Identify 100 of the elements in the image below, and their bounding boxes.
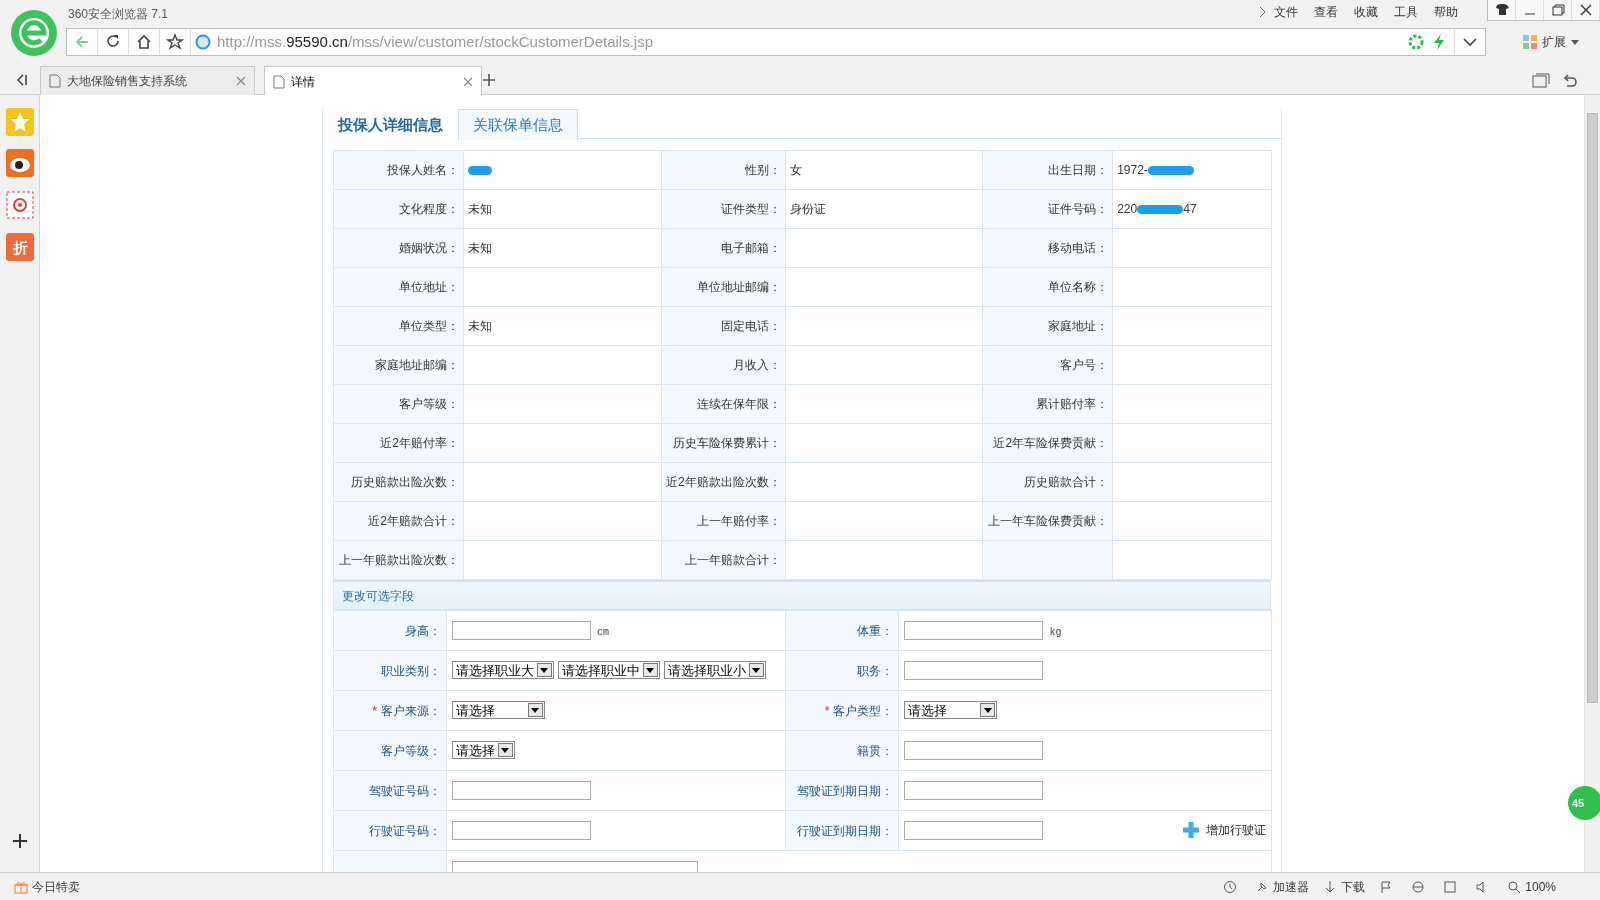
- field-label: 连续在保年限：: [696, 397, 781, 411]
- field-label: 历史赔款出险次数：: [351, 475, 459, 489]
- field-label: 婚姻状况：: [399, 241, 459, 255]
- field-label: 历史车险保费累计：: [672, 436, 781, 450]
- field-value: 47: [1183, 202, 1197, 216]
- window-icon[interactable]: [1443, 879, 1458, 894]
- search-icon[interactable]: [1507, 879, 1522, 894]
- browser-tab[interactable]: 大地保险销售支持系统: [40, 66, 255, 95]
- field-label: 客户号：: [1060, 358, 1109, 372]
- download-link[interactable]: 下载: [1341, 877, 1366, 896]
- browser-logo-icon: [10, 9, 58, 57]
- field-label: 行驶证到期日期：: [797, 823, 894, 838]
- browser-tab[interactable]: 详情: [264, 66, 482, 96]
- field-label: 近2年赔款出险次数：: [665, 475, 781, 489]
- field-label: 近2年赔付率：: [380, 436, 459, 450]
- input-field[interactable]: [904, 781, 1044, 800]
- field-label: 文化程度：: [399, 202, 459, 216]
- field-label: 证件号码：: [1048, 202, 1109, 216]
- eye-icon[interactable]: [6, 149, 34, 177]
- field-label: 历史赔款合计：: [1024, 475, 1109, 489]
- field-label: 性别：: [744, 163, 781, 177]
- field-label: 体重：: [857, 623, 894, 638]
- field-label: 固定电话：: [720, 319, 781, 333]
- extensions-icon[interactable]: [1522, 34, 1538, 50]
- menu-item[interactable]: 收藏: [1346, 3, 1386, 21]
- page-icon: [273, 74, 285, 89]
- input-field[interactable]: [451, 781, 591, 800]
- plus-icon: [1182, 821, 1200, 839]
- field-label: 上一年赔付率：: [696, 514, 781, 528]
- input-field[interactable]: [904, 741, 1044, 760]
- add-button[interactable]: 增加行驶证: [1182, 821, 1266, 839]
- unit-label: cm: [596, 626, 609, 638]
- window-title: 360安全浏览器 7.1: [68, 6, 169, 23]
- page-icon: [49, 74, 61, 88]
- section-title: 更改可选字段: [342, 587, 414, 605]
- zoom-level[interactable]: 100%: [1525, 877, 1556, 896]
- home-icon[interactable]: [135, 33, 153, 51]
- caret-icon[interactable]: [1570, 38, 1580, 46]
- tab-list-icon[interactable]: [1532, 73, 1550, 89]
- menu-item[interactable]: 查看: [1306, 3, 1346, 21]
- field-label: 客户类型：: [833, 703, 894, 718]
- star-icon[interactable]: [166, 33, 184, 51]
- field-label: 单位类型：: [399, 319, 459, 333]
- select-field[interactable]: 请选择: [451, 741, 515, 760]
- input-field[interactable]: [451, 621, 591, 640]
- globe-icon: [195, 34, 211, 50]
- required-mark: *: [372, 703, 377, 718]
- input-field[interactable]: [904, 821, 1044, 840]
- input-field[interactable]: [904, 661, 1044, 680]
- promo-link[interactable]: 今日特卖: [32, 877, 80, 896]
- new-tab-icon[interactable]: [482, 73, 496, 87]
- select-field[interactable]: 请选择职业小: [663, 661, 766, 680]
- select-field[interactable]: 请选择职业大: [451, 661, 554, 680]
- field-label: 近2年赔款合计：: [368, 514, 459, 528]
- input-field[interactable]: [904, 621, 1044, 640]
- field-label: 家庭地址：: [1048, 319, 1109, 333]
- field-value: 未知: [468, 202, 492, 216]
- field-label: 上一年赔款出险次数：: [339, 553, 459, 567]
- input-field[interactable]: [451, 821, 591, 840]
- undo-icon[interactable]: [1562, 73, 1578, 89]
- menu-item[interactable]: 文件: [1266, 3, 1306, 21]
- caret-icon: [752, 667, 761, 673]
- field-label: 月收入：: [732, 358, 781, 372]
- field-label: 身高：: [404, 623, 441, 638]
- field-label: 单位名称：: [1048, 280, 1109, 294]
- field-label: 电子邮箱：: [720, 241, 781, 255]
- field-value: 未知: [468, 319, 492, 333]
- history-icon[interactable]: [1223, 879, 1238, 894]
- field-label: 单位地址邮编：: [696, 280, 781, 294]
- field-value: 1972-: [1117, 163, 1148, 177]
- field-label: 移动电话：: [1048, 241, 1109, 255]
- caret-icon: [531, 707, 540, 713]
- page-tab[interactable]: 关联保单信息: [458, 109, 578, 140]
- gift-icon[interactable]: [14, 879, 28, 894]
- field-label: 上一年车险保费贡献：: [988, 514, 1109, 528]
- chevron-right-icon[interactable]: [1258, 6, 1266, 18]
- select-field[interactable]: 请选择职业中: [557, 661, 660, 680]
- flag-icon[interactable]: [1379, 879, 1394, 894]
- accelerator-link[interactable]: 加速器: [1273, 877, 1310, 896]
- select-field[interactable]: 请选择: [904, 701, 998, 720]
- field-label: 客户来源：: [380, 703, 441, 718]
- select-field[interactable]: 请选择: [451, 701, 545, 720]
- address-bar[interactable]: http://mss.95590.cn/mss/view/customer/stockCustomerDetails.jsp: [66, 28, 1486, 56]
- lightning-icon[interactable]: [1432, 33, 1446, 51]
- menu-item[interactable]: 帮助: [1426, 3, 1466, 21]
- url-text[interactable]: http://mss.95590.cn/mss/view/customer/stockCustomerDetails.jsp: [217, 30, 653, 54]
- field-label: 上一年赔款合计：: [684, 553, 781, 567]
- field-value: 未知: [468, 241, 492, 255]
- scrollbar[interactable]: [1584, 95, 1600, 872]
- field-label: 驾驶证到期日期：: [797, 783, 894, 798]
- field-label: 投保人姓名：: [387, 163, 459, 177]
- field-label: 客户等级：: [399, 397, 459, 411]
- menu-item[interactable]: 工具: [1386, 3, 1426, 21]
- extensions-label[interactable]: 扩展: [1542, 33, 1566, 51]
- field-value: 身份证: [789, 202, 826, 216]
- caret-icon: [646, 667, 655, 673]
- field-label: 家庭地址邮编：: [375, 358, 459, 372]
- sidebar-toggle-icon[interactable]: [14, 73, 28, 87]
- field-label: 职务：: [857, 663, 894, 678]
- unit-label: kg: [1049, 626, 1062, 638]
